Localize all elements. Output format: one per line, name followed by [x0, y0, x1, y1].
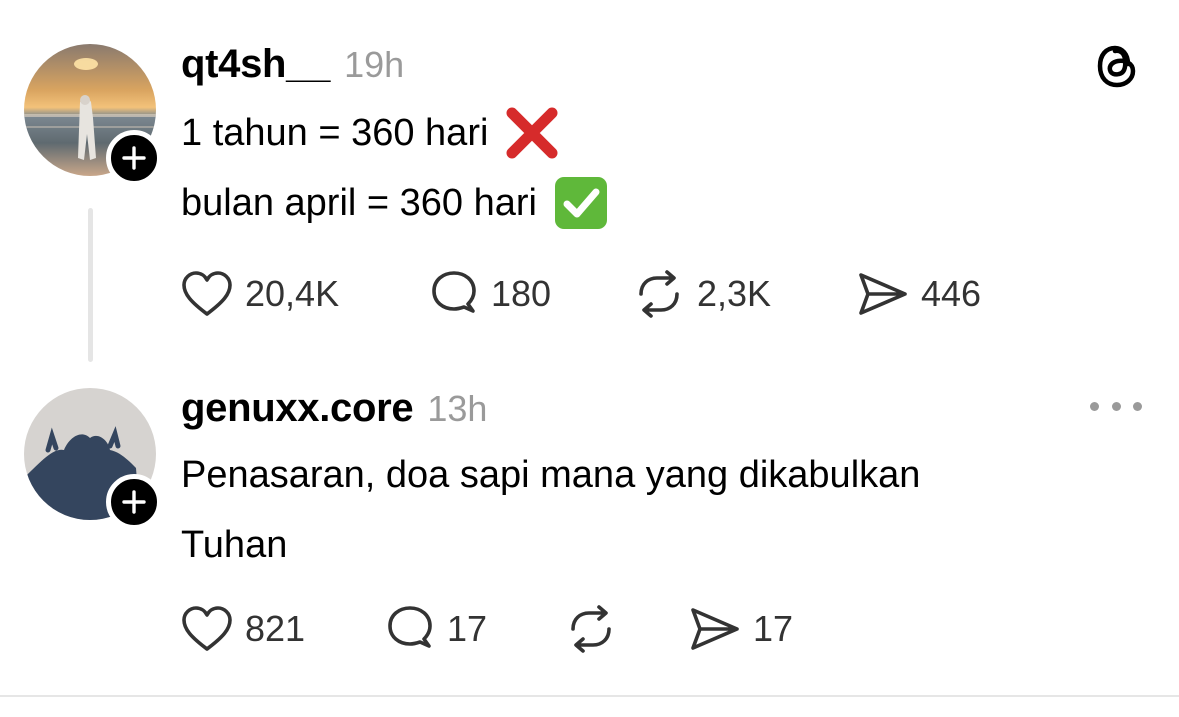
- repost-icon: [571, 605, 611, 653]
- username[interactable]: qt4sh__: [181, 42, 330, 87]
- post: qt4sh__ 19h 1 tahun = 360 hari bulan apr…: [0, 0, 1179, 370]
- repost-button[interactable]: [565, 601, 629, 657]
- plus-icon: [122, 146, 146, 170]
- reply-count: 180: [491, 273, 552, 314]
- like-button[interactable]: 821: [181, 601, 305, 657]
- threads-logo-icon[interactable]: [1093, 40, 1141, 92]
- dot: [1090, 401, 1099, 411]
- check-mark-button-icon: [554, 177, 607, 229]
- post-text: Tuhan: [181, 524, 288, 566]
- like-button[interactable]: 20,4K: [181, 266, 339, 322]
- post-header: qt4sh__ 19h: [181, 42, 404, 87]
- timestamp: 13h: [427, 388, 488, 429]
- reply-count: 17: [447, 608, 488, 649]
- share-button[interactable]: 17: [689, 601, 793, 657]
- repost-icon: [639, 270, 679, 318]
- repost-button[interactable]: 2,3K: [633, 266, 771, 322]
- post-header: genuxx.core 13h: [181, 386, 487, 431]
- like-count: 20,4K: [245, 273, 340, 314]
- follow-button[interactable]: [106, 130, 162, 186]
- post-body: 1 tahun = 360 hari bulan april = 360 har…: [181, 98, 609, 238]
- post-text: 1 tahun = 360 hari: [181, 112, 489, 154]
- reply-button[interactable]: 180: [429, 266, 551, 322]
- avatar-container[interactable]: [24, 388, 162, 530]
- post: genuxx.core 13h Penasaran, doa sapi mana…: [0, 370, 1179, 695]
- follow-button[interactable]: [106, 474, 162, 530]
- post-body: Penasaran, doa sapi mana yang dikabulkan…: [181, 440, 1111, 580]
- reply-button[interactable]: 17: [385, 601, 487, 657]
- comment-icon: [432, 271, 476, 313]
- share-button[interactable]: 446: [857, 266, 981, 322]
- timestamp: 19h: [344, 44, 405, 85]
- dot: [1133, 401, 1142, 411]
- share-count: 446: [921, 273, 982, 314]
- share-icon: [859, 273, 907, 315]
- plus-icon: [122, 490, 146, 514]
- post-text-line: bulan april = 360 hari: [181, 168, 609, 238]
- username[interactable]: genuxx.core: [181, 386, 414, 431]
- share-count: 17: [753, 608, 794, 649]
- like-count: 821: [245, 608, 306, 649]
- thread-connector-line: [88, 208, 93, 362]
- post-text: Penasaran, doa sapi mana yang dikabulkan: [181, 454, 921, 496]
- more-icon[interactable]: [1090, 398, 1142, 414]
- cross-mark-icon: [506, 107, 558, 159]
- heart-icon: [182, 606, 232, 651]
- avatar-container[interactable]: [24, 44, 162, 186]
- repost-count: 2,3K: [697, 273, 772, 314]
- dot: [1111, 401, 1121, 411]
- post-text-line: Penasaran, doa sapi mana yang dikabulkan: [181, 440, 1111, 510]
- post-text: bulan april = 360 hari: [181, 182, 537, 224]
- post-text-line: Tuhan: [181, 510, 1111, 580]
- heart-icon: [182, 271, 232, 316]
- post-divider: [0, 695, 1179, 697]
- comment-icon: [388, 606, 432, 648]
- post-text-line: 1 tahun = 360 hari: [181, 98, 609, 168]
- share-icon: [691, 608, 739, 650]
